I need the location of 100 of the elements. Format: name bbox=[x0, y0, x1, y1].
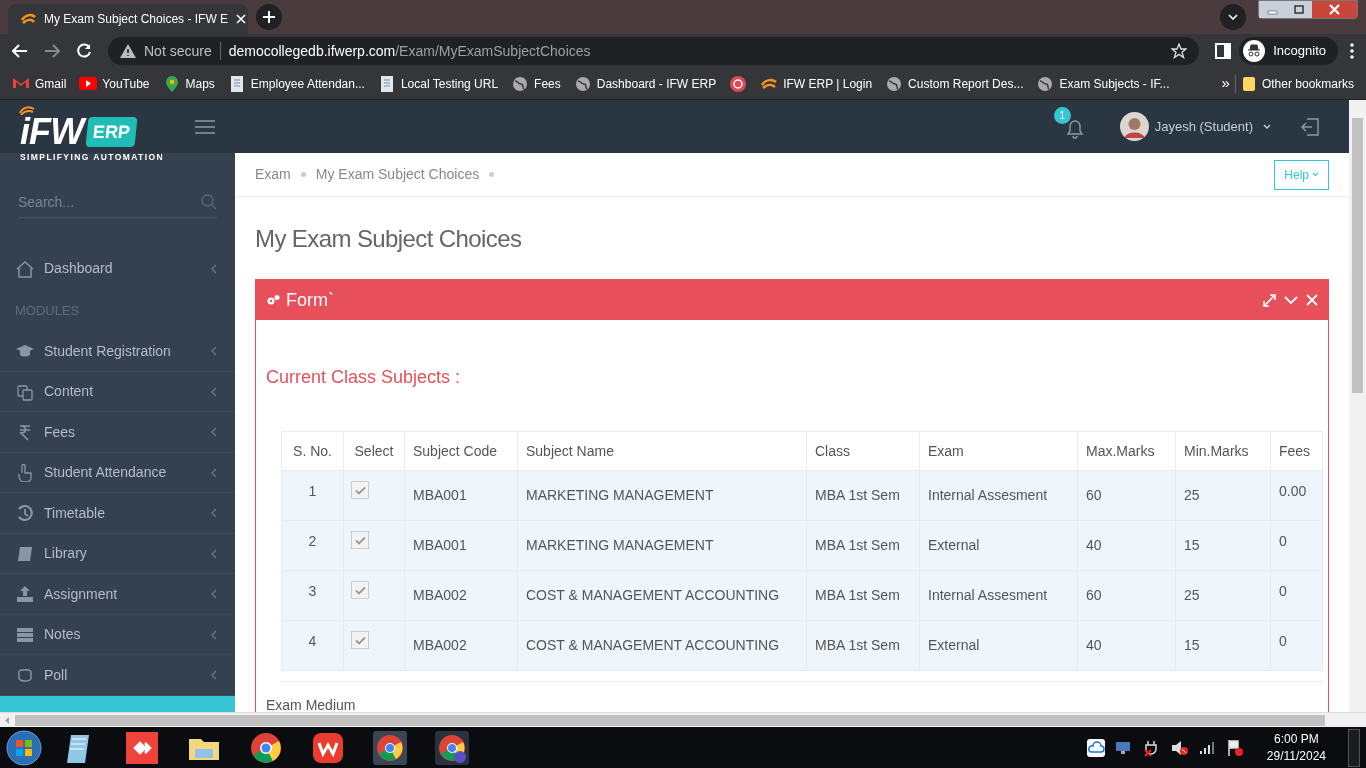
table-cell: MBA 1st Sem bbox=[806, 570, 920, 621]
show-desktop-button[interactable] bbox=[1348, 728, 1360, 767]
chevron-down-icon[interactable] bbox=[1284, 295, 1298, 305]
chrome-icon[interactable] bbox=[435, 730, 469, 765]
chevron-left-icon bbox=[211, 427, 217, 438]
panel-title: Form` bbox=[286, 288, 334, 312]
bookmark[interactable]: Maps bbox=[162, 74, 215, 93]
documents-icon bbox=[16, 382, 34, 401]
chrome-icon[interactable] bbox=[249, 730, 283, 765]
bookmark[interactable]: Dashboard - IFW ERP bbox=[573, 74, 717, 93]
table-cell: 25 bbox=[1175, 470, 1271, 521]
table-cell: 60 bbox=[1077, 470, 1176, 521]
sidebar-item[interactable]: Library bbox=[0, 533, 235, 575]
table-cell: MBA 1st Sem bbox=[806, 620, 920, 671]
bell-icon[interactable] bbox=[1065, 118, 1084, 139]
bookmark[interactable]: Fees bbox=[511, 74, 561, 93]
chevron-left-icon bbox=[211, 386, 217, 397]
table-cell: MARKETING MANAGEMENT bbox=[517, 470, 807, 521]
menu-icon[interactable] bbox=[195, 119, 215, 134]
table-cell: 0 bbox=[1270, 570, 1323, 621]
muted-speaker-icon[interactable] bbox=[1170, 738, 1189, 757]
tab-search-button[interactable] bbox=[1220, 4, 1246, 30]
column-header: Min.Marks bbox=[1175, 431, 1271, 471]
sidebar-item[interactable]: Fees bbox=[0, 412, 235, 453]
flag-error-icon[interactable] bbox=[1226, 738, 1245, 757]
incognito-button[interactable]: Incognito bbox=[1239, 37, 1338, 65]
home-icon bbox=[16, 259, 34, 278]
bookmark[interactable]: Employee Attendan... bbox=[227, 74, 365, 93]
vertical-scrollbar[interactable] bbox=[1349, 100, 1366, 712]
logout-icon[interactable] bbox=[1301, 117, 1319, 136]
bookmark[interactable]: Local Testing URL bbox=[377, 74, 499, 93]
clock-date: 29/11/2024 bbox=[1266, 747, 1326, 765]
star-icon[interactable] bbox=[1171, 43, 1188, 59]
breadcrumb-link[interactable]: My Exam Subject Choices bbox=[315, 164, 480, 185]
sidebar-item[interactable]: Student Registration bbox=[0, 331, 235, 372]
expand-icon[interactable] bbox=[1263, 293, 1276, 307]
sidebar-item[interactable]: Content bbox=[0, 371, 235, 413]
wps-office-icon[interactable] bbox=[311, 730, 345, 765]
bookmark[interactable]: Exam Subjects - IF... bbox=[1036, 74, 1170, 93]
globe-icon bbox=[1036, 74, 1055, 93]
ifw-logo-icon bbox=[20, 12, 36, 26]
table-cell: 25 bbox=[1175, 570, 1271, 621]
check-icon bbox=[354, 485, 366, 495]
start-button-icon[interactable] bbox=[6, 729, 42, 766]
table-cell: MARKETING MANAGEMENT bbox=[517, 520, 807, 571]
reload-icon[interactable] bbox=[76, 43, 92, 59]
table-cell: 40 bbox=[1077, 520, 1176, 571]
bookmark[interactable]: YouTube bbox=[79, 74, 150, 93]
column-header: Fees bbox=[1270, 431, 1323, 471]
sidebar-item[interactable]: Assignment bbox=[0, 574, 235, 615]
globe-icon bbox=[573, 74, 592, 93]
field-label: Exam Medium bbox=[266, 696, 357, 712]
forward-arrow-icon[interactable] bbox=[44, 44, 60, 58]
chevron-left-icon bbox=[211, 346, 217, 357]
cloud-icon[interactable] bbox=[1086, 738, 1105, 757]
table-cell: MBA001 bbox=[404, 520, 518, 571]
chevron-left-icon bbox=[211, 263, 217, 274]
section-title: Current Class Subjects : bbox=[266, 366, 462, 389]
side-panel-icon[interactable] bbox=[1215, 43, 1232, 59]
chevron-left-icon bbox=[211, 589, 217, 600]
breadcrumb-link[interactable]: Exam bbox=[255, 164, 291, 185]
sidebar-item[interactable]: Timetable bbox=[0, 493, 235, 534]
new-tab-button[interactable] bbox=[256, 4, 282, 30]
pointing-hand-icon bbox=[16, 463, 34, 482]
table-cell: 0.00 bbox=[1270, 470, 1323, 521]
bookmark[interactable]: IFW ERP | Login bbox=[760, 74, 873, 93]
browser-tab[interactable]: My Exam Subject Choices - IFW E bbox=[8, 4, 248, 34]
checkbox[interactable] bbox=[351, 631, 369, 649]
clock[interactable]: 6:00 PM 29/11/2024 bbox=[1266, 730, 1326, 765]
chrome-icon[interactable] bbox=[373, 730, 407, 765]
user-menu[interactable]: Jayesh (Student) bbox=[1119, 112, 1271, 141]
table-cell: 0 bbox=[1270, 520, 1323, 571]
checkbox[interactable] bbox=[351, 531, 369, 549]
restore-icon[interactable] bbox=[1286, 1, 1312, 18]
bookmark[interactable]: Custom Report Des... bbox=[885, 74, 1024, 93]
bookmark-folder[interactable]: Other bookmarks bbox=[1240, 74, 1354, 93]
chevron-down-icon bbox=[1312, 172, 1319, 177]
column-header: Select bbox=[343, 431, 405, 471]
chevron-down-icon bbox=[1263, 124, 1271, 129]
avatar-icon bbox=[1119, 112, 1149, 141]
plus-icon bbox=[263, 11, 275, 23]
address-bar[interactable]: Not secure democollegedb.ifwerp.com/Exam/MyExamSubjectChoices bbox=[108, 37, 1200, 65]
checkbox[interactable] bbox=[351, 581, 369, 599]
security-label: Not secure bbox=[144, 41, 212, 61]
sidebar-item[interactable]: Dashboard bbox=[0, 248, 235, 289]
horizontal-scrollbar[interactable] bbox=[0, 712, 1366, 727]
bookmarks-overflow[interactable]: » bbox=[1221, 72, 1230, 95]
sidebar-item[interactable]: Poll bbox=[0, 655, 235, 696]
checkbox[interactable] bbox=[351, 481, 369, 499]
sidebar-item[interactable]: Student Attendance bbox=[0, 452, 235, 494]
more-menu-icon[interactable] bbox=[1350, 43, 1354, 59]
search-field[interactable]: Search... bbox=[18, 187, 201, 217]
target-icon[interactable] bbox=[729, 74, 748, 93]
table-cell: MBA001 bbox=[404, 470, 518, 521]
table-cell: Internal Assesment bbox=[919, 570, 1078, 621]
column-header: Class bbox=[806, 431, 920, 471]
bookmark[interactable]: Gmail bbox=[12, 74, 67, 93]
back-arrow-icon[interactable] bbox=[12, 44, 28, 58]
sidebar-item[interactable]: Notes bbox=[0, 614, 235, 656]
close-icon[interactable] bbox=[236, 14, 247, 24]
